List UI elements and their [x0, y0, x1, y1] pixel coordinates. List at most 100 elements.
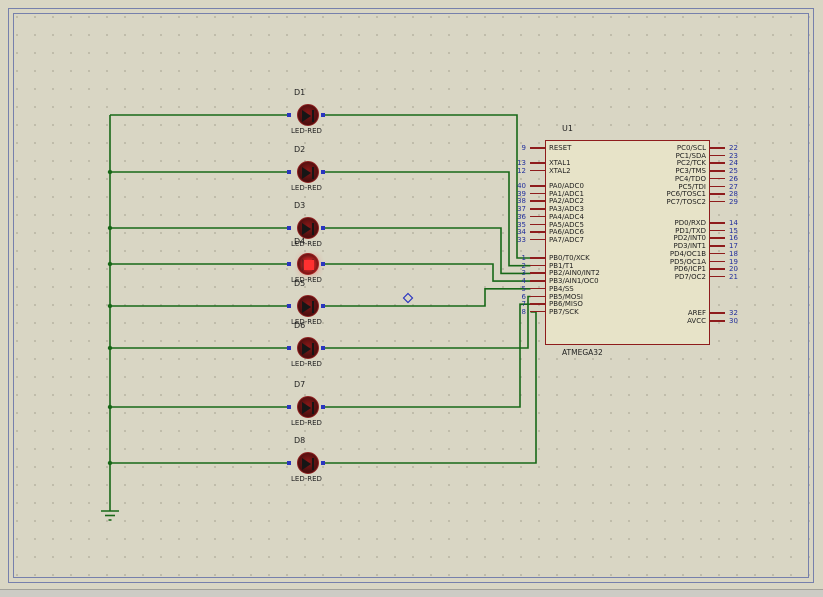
pin-name-pd7-oc2: PD7/OC2	[626, 273, 706, 281]
led-ref-label: D5	[294, 279, 305, 288]
pin-stub-pa2-adc2[interactable]	[530, 200, 545, 202]
pin-stub-pc0-scl[interactable]	[710, 147, 725, 149]
led-terminal-right	[321, 405, 325, 409]
led-d8[interactable]	[297, 452, 319, 474]
led-terminal-right	[321, 226, 325, 230]
pin-name-pb7-sck: PB7/SCK	[549, 308, 629, 316]
led-model-label: LED-RED	[291, 184, 335, 192]
led-ref-label: D1	[294, 88, 305, 97]
led-terminal-left	[287, 262, 291, 266]
led-ref-label: D6	[294, 321, 305, 330]
led-lit-indicator	[304, 260, 314, 270]
pin-stub-pd5-oc1a[interactable]	[710, 261, 725, 263]
pin-stub-xtal2[interactable]	[530, 170, 545, 172]
pin-stub-pc2-tck[interactable]	[710, 162, 725, 164]
pin-stub-pa0-adc0[interactable]	[530, 185, 545, 187]
wire-d7-pb6[interactable]	[324, 304, 531, 407]
pin-number-pd7-oc2: 21	[729, 273, 761, 281]
led-d4[interactable]	[297, 253, 319, 275]
led-ref-label: D3	[294, 201, 305, 210]
wire-origin-diamond-marker	[404, 294, 413, 303]
led-terminal-left	[287, 304, 291, 308]
pin-stub-pa3-adc3[interactable]	[530, 208, 545, 210]
pin-number-xtal2: 12	[494, 167, 526, 175]
pin-stub-pd0-rxd[interactable]	[710, 222, 725, 224]
pin-stub-pa1-adc1[interactable]	[530, 193, 545, 195]
led-terminal-left	[287, 405, 291, 409]
led-anode-triangle-icon	[302, 458, 311, 470]
pin-stub-pb6-miso[interactable]	[530, 303, 545, 305]
led-anode-triangle-icon	[302, 223, 311, 235]
bottom-scrollbar[interactable]	[0, 589, 823, 597]
pin-stub-pd3-int1[interactable]	[710, 245, 725, 247]
pin-stub-pb0-t0-xck[interactable]	[530, 257, 545, 259]
pin-number-pc7-tosc2: 29	[729, 198, 761, 206]
pin-stub-reset[interactable]	[530, 147, 545, 149]
pin-stub-pd7-oc2[interactable]	[710, 276, 725, 278]
pin-stub-pb4-ss[interactable]	[530, 288, 545, 290]
schematic-canvas[interactable]: U1 ATMEGA32 9RESET13XTAL112XTAL240PA0/AD…	[0, 0, 823, 589]
pin-stub-pc4-tdo[interactable]	[710, 178, 725, 180]
led-cathode-bar-icon	[312, 110, 314, 122]
led-model-label: LED-RED	[291, 475, 335, 483]
pin-stub-pb1-t1[interactable]	[530, 265, 545, 267]
led-terminal-right	[321, 113, 325, 117]
pin-name-aref: AREF	[626, 309, 706, 317]
pin-number-pb7-sck: 8	[494, 308, 526, 316]
pin-stub-aref[interactable]	[710, 312, 725, 314]
led-ref-label: D7	[294, 380, 305, 389]
led-model-label: LED-RED	[291, 127, 335, 135]
led-terminal-left	[287, 226, 291, 230]
pin-name-avcc: AVCC	[626, 317, 706, 325]
led-cathode-bar-icon	[312, 343, 314, 355]
led-terminal-left	[287, 113, 291, 117]
led-ref-label: D4	[294, 237, 305, 246]
wire-d8-pb7[interactable]	[324, 312, 536, 463]
pin-stub-pa6-adc6[interactable]	[530, 231, 545, 233]
pin-stub-pb3-ain1-oc0[interactable]	[530, 280, 545, 282]
pin-stub-pd6-icp1[interactable]	[710, 268, 725, 270]
pin-name-reset: RESET	[549, 144, 629, 152]
led-anode-triangle-icon	[302, 167, 311, 179]
led-model-label: LED-RED	[291, 360, 335, 368]
led-d6[interactable]	[297, 337, 319, 359]
led-cathode-bar-icon	[312, 458, 314, 470]
pin-number-avcc: 30	[729, 317, 761, 325]
led-d5[interactable]	[297, 295, 319, 317]
led-d1[interactable]	[297, 104, 319, 126]
pin-stub-pd1-txd[interactable]	[710, 230, 725, 232]
led-cathode-bar-icon	[312, 301, 314, 313]
led-d3[interactable]	[297, 217, 319, 239]
pin-stub-pb2-ain0-int2[interactable]	[530, 272, 545, 274]
chip-part-label: ATMEGA32	[562, 348, 603, 357]
led-cathode-bar-icon	[312, 167, 314, 179]
led-cathode-bar-icon	[312, 402, 314, 414]
ground-symbol[interactable]	[101, 511, 119, 520]
pin-stub-pa4-adc4[interactable]	[530, 216, 545, 218]
pin-stub-pc7-tosc2[interactable]	[710, 201, 725, 203]
led-terminal-right	[321, 461, 325, 465]
pin-stub-pd4-oc1b[interactable]	[710, 253, 725, 255]
pin-stub-pb5-mosi[interactable]	[530, 296, 545, 298]
pin-stub-pa5-adc5[interactable]	[530, 224, 545, 226]
pin-name-pc7-tosc2: PC7/TOSC2	[626, 198, 706, 206]
pin-stub-pa7-adc7[interactable]	[530, 239, 545, 241]
led-d2[interactable]	[297, 161, 319, 183]
pin-stub-pc5-tdi[interactable]	[710, 186, 725, 188]
pin-stub-pc6-tosc1[interactable]	[710, 193, 725, 195]
pin-stub-pb7-sck[interactable]	[530, 311, 545, 313]
pin-number-reset: 9	[494, 144, 526, 152]
led-d7[interactable]	[297, 396, 319, 418]
pin-name-xtal2: XTAL2	[549, 167, 629, 175]
led-anode-triangle-icon	[302, 110, 311, 122]
pin-stub-avcc[interactable]	[710, 320, 725, 322]
led-terminal-right	[321, 262, 325, 266]
led-cathode-bar-icon	[312, 223, 314, 235]
pin-stub-xtal1[interactable]	[530, 162, 545, 164]
pin-stub-pc3-tms[interactable]	[710, 170, 725, 172]
led-anode-triangle-icon	[302, 301, 311, 313]
led-terminal-left	[287, 170, 291, 174]
pin-name-pa7-adc7: PA7/ADC7	[549, 236, 629, 244]
pin-stub-pc1-sda[interactable]	[710, 155, 725, 157]
pin-stub-pd2-int0[interactable]	[710, 237, 725, 239]
